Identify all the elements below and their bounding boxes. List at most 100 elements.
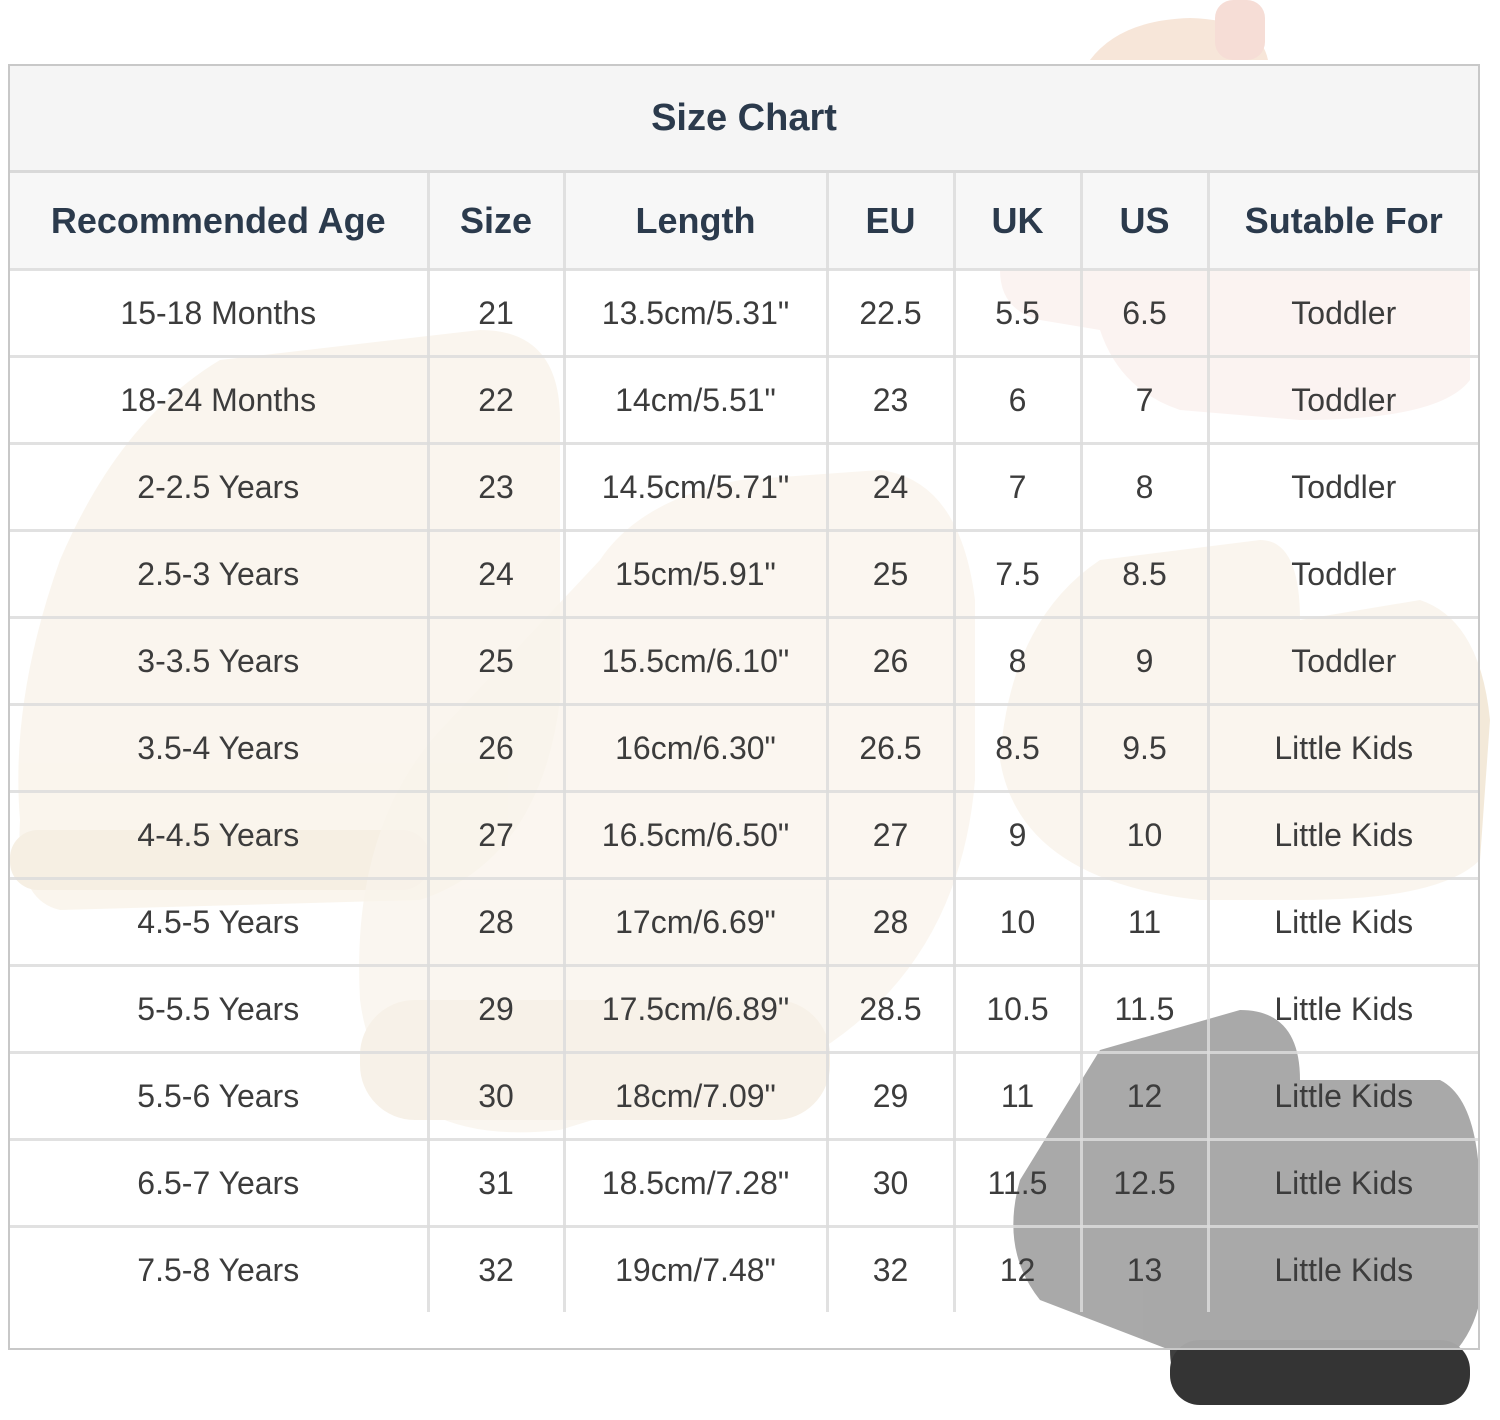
table-cell: 15.5cm/6.10" <box>562 616 829 706</box>
table-cell: 27 <box>825 790 956 880</box>
table-cell: Little Kids <box>1206 1225 1478 1312</box>
table-cell: 28 <box>426 877 566 967</box>
column-header: Length <box>562 173 829 271</box>
table-row: 5-5.5 Years 29 17.5cm/6.89" 28.5 10.5 11.5 Lit… <box>10 964 1478 1054</box>
table-cell: 11 <box>952 1051 1083 1141</box>
table-cell: 15-18 Months <box>10 268 430 358</box>
table-cell: Little Kids <box>1206 1138 1478 1228</box>
table-cell: 2.5-3 Years <box>10 529 430 619</box>
table-cell: 32 <box>825 1225 956 1312</box>
table-cell: 11.5 <box>1079 964 1210 1054</box>
chart-title: Size Chart <box>10 66 1478 173</box>
table-cell: 3.5-4 Years <box>10 703 430 793</box>
table-cell: 10.5 <box>952 964 1083 1054</box>
table-cell: 8.5 <box>952 703 1083 793</box>
table-cell: 29 <box>426 964 566 1054</box>
table-cell: 13 <box>1079 1225 1210 1312</box>
table-row: 7.5-8 Years 32 19cm/7.48" 32 12 13 Little Kids <box>10 1225 1478 1312</box>
table-row: 18-24 Months 22 14cm/5.51" 23 6 7 Toddler <box>10 355 1478 445</box>
table-cell: 7.5 <box>952 529 1083 619</box>
table-cell: 28 <box>825 877 956 967</box>
table-cell: 23 <box>825 355 956 445</box>
header-row: Recommended Age Size Length EU UK US Sutable F… <box>10 173 1478 271</box>
table-cell: 6 <box>952 355 1083 445</box>
table-cell: 27 <box>426 790 566 880</box>
table-cell: Toddler <box>1206 268 1478 358</box>
table-body: 15-18 Months 21 13.5cm/5.31" 22.5 5.5 6.5 Todd… <box>10 268 1478 1312</box>
table-cell: 22 <box>426 355 566 445</box>
table-cell: 19cm/7.48" <box>562 1225 829 1312</box>
table-cell: 22.5 <box>825 268 956 358</box>
table-row: 3-3.5 Years 25 15.5cm/6.10" 26 8 9 Toddler <box>10 616 1478 706</box>
column-header: Sutable For <box>1206 173 1478 271</box>
table-cell: Little Kids <box>1206 877 1478 967</box>
table-cell: 2-2.5 Years <box>10 442 430 532</box>
table-cell: 14.5cm/5.71" <box>562 442 829 532</box>
table-cell: 13.5cm/5.31" <box>562 268 829 358</box>
table-row: 4-4.5 Years 27 16.5cm/6.50" 27 9 10 Little Kid… <box>10 790 1478 880</box>
table-cell: 26 <box>825 616 956 706</box>
table-cell: 26 <box>426 703 566 793</box>
table-cell: 5.5-6 Years <box>10 1051 430 1141</box>
column-header: UK <box>952 173 1083 271</box>
table-cell: 8 <box>1079 442 1210 532</box>
table-cell: 5.5 <box>952 268 1083 358</box>
table-cell: 12 <box>952 1225 1083 1312</box>
table-cell: 9 <box>1079 616 1210 706</box>
table-cell: 7.5-8 Years <box>10 1225 430 1312</box>
table-cell: Toddler <box>1206 355 1478 445</box>
table-cell: Little Kids <box>1206 703 1478 793</box>
table-row: 5.5-6 Years 30 18cm/7.09" 29 11 12 Little Kids <box>10 1051 1478 1141</box>
table-cell: 6.5 <box>1079 268 1210 358</box>
table-row: 6.5-7 Years 31 18.5cm/7.28" 30 11.5 12.5 Littl… <box>10 1138 1478 1228</box>
table-cell: Toddler <box>1206 529 1478 619</box>
table-cell: 30 <box>825 1138 956 1228</box>
column-header: US <box>1079 173 1210 271</box>
table-row: 2-2.5 Years 23 14.5cm/5.71" 24 7 8 Toddler <box>10 442 1478 532</box>
table-cell: 18-24 Months <box>10 355 430 445</box>
table-cell: 31 <box>426 1138 566 1228</box>
table-cell: 4-4.5 Years <box>10 790 430 880</box>
table-cell: 17cm/6.69" <box>562 877 829 967</box>
table-row: 3.5-4 Years 26 16cm/6.30" 26.5 8.5 9.5 Little … <box>10 703 1478 793</box>
table-cell: 12.5 <box>1079 1138 1210 1228</box>
table-cell: 4.5-5 Years <box>10 877 430 967</box>
table-cell: 16cm/6.30" <box>562 703 829 793</box>
table-cell: 8.5 <box>1079 529 1210 619</box>
column-header: EU <box>825 173 956 271</box>
table-cell: 30 <box>426 1051 566 1141</box>
table-cell: 24 <box>825 442 956 532</box>
table-cell: 15cm/5.91" <box>562 529 829 619</box>
table-row: 2.5-3 Years 24 15cm/5.91" 25 7.5 8.5 Toddler <box>10 529 1478 619</box>
table-cell: 32 <box>426 1225 566 1312</box>
table-cell: 18cm/7.09" <box>562 1051 829 1141</box>
table-cell: 7 <box>952 442 1083 532</box>
size-table: Recommended Age Size Length EU UK US Sutable F… <box>10 173 1478 1312</box>
table-cell: 11.5 <box>952 1138 1083 1228</box>
table-cell: 24 <box>426 529 566 619</box>
column-header: Recommended Age <box>10 173 430 271</box>
table-cell: 18.5cm/7.28" <box>562 1138 829 1228</box>
size-chart: Size Chart Recommended Age Size Length EU UK… <box>8 64 1480 1350</box>
table-row: 15-18 Months 21 13.5cm/5.31" 22.5 5.5 6.5 Todd… <box>10 268 1478 358</box>
table-cell: Toddler <box>1206 442 1478 532</box>
table-cell: 10 <box>1079 790 1210 880</box>
table-cell: Toddler <box>1206 616 1478 706</box>
table-cell: 8 <box>952 616 1083 706</box>
table-cell: 3-3.5 Years <box>10 616 430 706</box>
table-cell: 14cm/5.51" <box>562 355 829 445</box>
table-cell: 21 <box>426 268 566 358</box>
table-cell: Little Kids <box>1206 790 1478 880</box>
table-cell: 23 <box>426 442 566 532</box>
table-cell: 12 <box>1079 1051 1210 1141</box>
table-cell: 5-5.5 Years <box>10 964 430 1054</box>
table-cell: 6.5-7 Years <box>10 1138 430 1228</box>
table-cell: 29 <box>825 1051 956 1141</box>
table-cell: 11 <box>1079 877 1210 967</box>
table-cell: Little Kids <box>1206 1051 1478 1141</box>
table-row: 4.5-5 Years 28 17cm/6.69" 28 10 11 Little Kids <box>10 877 1478 967</box>
table-cell: 9.5 <box>1079 703 1210 793</box>
table-cell: Little Kids <box>1206 964 1478 1054</box>
table-cell: 25 <box>825 529 956 619</box>
table-cell: 26.5 <box>825 703 956 793</box>
